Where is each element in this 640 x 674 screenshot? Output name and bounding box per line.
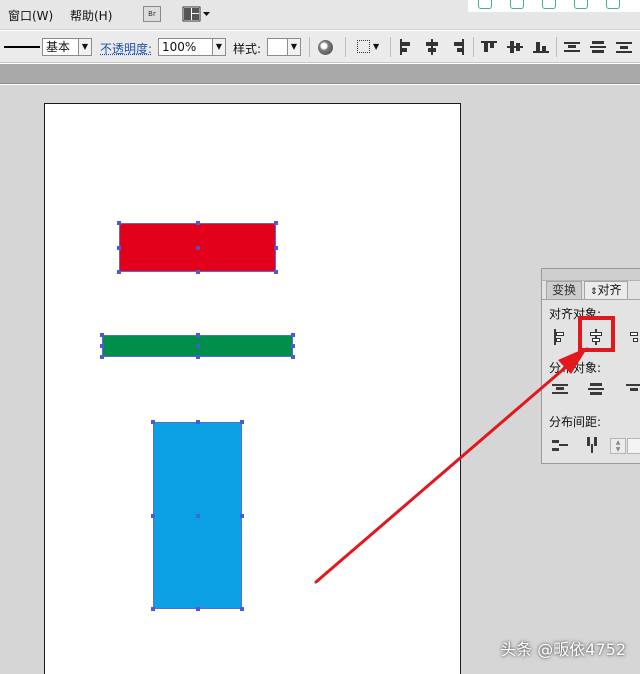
panel-distribute-horizontal-spacing-button[interactable]	[584, 437, 600, 453]
distribute-spacing-label: 分布间距:	[549, 415, 602, 429]
tab-transform[interactable]: 变换	[546, 281, 583, 299]
control-bar: 基本 ▼ 不透明度: 100% ▼ 样式: ▼ ▼	[0, 31, 640, 63]
chevron-down-icon: ▼	[287, 39, 300, 55]
distribute-top-button[interactable]	[564, 39, 580, 55]
variable-width-profile-select[interactable]: 基本 ▼	[42, 38, 92, 56]
menu-bar: 窗口(W) 帮助(H) Br	[0, 0, 640, 30]
divider	[542, 299, 640, 300]
separator	[345, 37, 346, 57]
distribute-objects-label: 分布对象:	[549, 361, 602, 375]
expand-icon[interactable]	[510, 0, 524, 9]
align-left-button[interactable]	[398, 39, 414, 55]
arrange-documents-icon	[182, 6, 210, 22]
top-right-toolbar	[468, 0, 640, 12]
highlight-box	[578, 316, 615, 352]
stroke-preview	[4, 46, 40, 48]
align-right-button[interactable]	[450, 39, 466, 55]
separator	[390, 37, 391, 57]
panel-distribute-top-button[interactable]	[552, 381, 568, 397]
opacity-value: 100%	[162, 40, 197, 54]
save-icon[interactable]	[478, 0, 492, 9]
artboard	[44, 103, 461, 674]
opacity-label[interactable]: 不透明度:	[100, 40, 152, 57]
tab-align[interactable]: ⇕对齐	[584, 281, 628, 299]
align-horizontal-center-button[interactable]	[424, 39, 440, 55]
tab-align-label: 对齐	[597, 283, 622, 297]
chevron-down-icon: ▼	[212, 39, 225, 55]
menu-help[interactable]: 帮助(H)	[70, 7, 112, 24]
variable-width-profile-value: 基本	[46, 40, 71, 54]
watermark: 头条 @畈依4752	[500, 640, 626, 659]
green-rectangle[interactable]	[100, 333, 295, 359]
align-vertical-center-button[interactable]	[507, 39, 523, 55]
graphic-style-select[interactable]: ▼	[267, 38, 301, 56]
panel-align-left-button[interactable]	[552, 329, 568, 345]
align-panel: 变换 ⇕对齐 对齐对象: 分布对象: 分布间距:	[541, 268, 640, 464]
panel-title-bar[interactable]	[542, 269, 640, 281]
recolor-artwork-icon[interactable]	[318, 40, 333, 55]
spacing-input[interactable]	[627, 438, 640, 454]
home-icon[interactable]	[542, 0, 556, 9]
blue-rectangle[interactable]	[151, 420, 244, 611]
panel-distribute-vertical-spacing-button[interactable]	[552, 437, 568, 453]
tab-expand-icon: ⇕	[590, 287, 598, 297]
share-icon[interactable]	[574, 0, 588, 9]
align-top-button[interactable]	[481, 39, 497, 55]
separator	[309, 37, 310, 57]
panel-distribute-bottom-button[interactable]	[626, 381, 640, 397]
style-label: 样式:	[233, 42, 262, 56]
document-tab-bar	[0, 64, 640, 84]
distribute-bottom-button[interactable]	[616, 39, 632, 55]
distribute-vertical-center-button[interactable]	[590, 39, 606, 55]
chevron-down-icon: ▼	[78, 39, 91, 55]
spacing-stepper[interactable]: ▲ ▼	[610, 438, 626, 454]
separator	[556, 37, 557, 57]
panel-distribute-vertical-center-button[interactable]	[588, 381, 604, 397]
opacity-select[interactable]: 100% ▼	[158, 38, 226, 56]
separator	[473, 37, 474, 57]
align-bottom-button[interactable]	[533, 39, 549, 55]
panel-align-right-button[interactable]	[626, 329, 640, 345]
red-rectangle[interactable]	[117, 221, 278, 274]
align-to-selection-icon[interactable]	[357, 40, 370, 53]
menu-window[interactable]: 窗口(W)	[8, 7, 53, 24]
settings-icon[interactable]	[606, 0, 620, 9]
chevron-down-icon[interactable]: ▼	[373, 42, 379, 51]
bridge-button[interactable]: Br	[143, 6, 161, 22]
arrange-documents-button[interactable]	[182, 6, 212, 22]
